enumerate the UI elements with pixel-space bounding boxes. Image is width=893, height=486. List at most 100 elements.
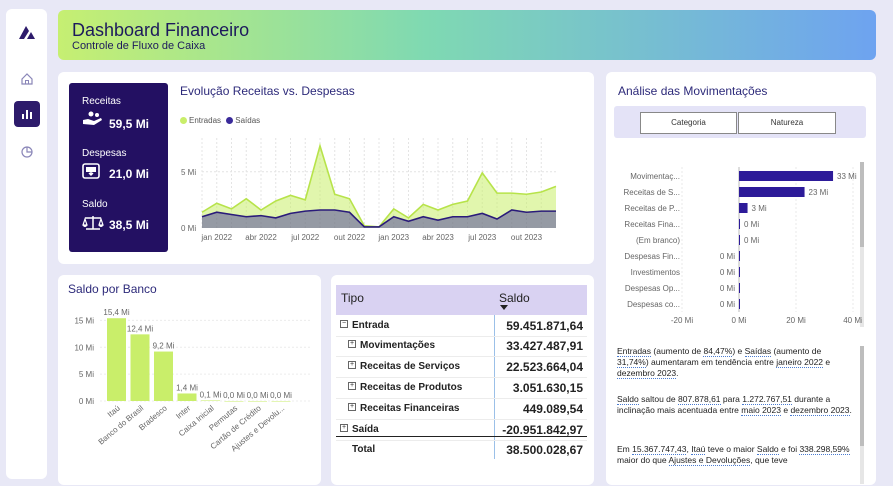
table-row[interactable]: − Entrada 59.451.871,64	[336, 316, 587, 337]
row-value: 59.451.871,64	[506, 319, 583, 333]
bar-5	[739, 251, 740, 261]
y-tick-label: Receitas de P...	[625, 204, 680, 213]
kpi-saldo-value: 38,5 Mi	[109, 218, 150, 232]
bar-7	[271, 401, 291, 402]
balance-scale-icon	[82, 215, 104, 236]
y-tick-label: 5 Mi	[181, 168, 196, 177]
table-row[interactable]: Total 38.500.028,67	[336, 440, 587, 461]
bar-1	[739, 187, 805, 197]
page-subtitle: Controle de Fluxo de Caixa	[72, 40, 206, 52]
bar-8	[739, 299, 740, 309]
bar-2	[154, 351, 173, 401]
y-tick-label: (Em branco)	[636, 236, 680, 245]
x-tick-label: 20 Mi	[786, 316, 806, 325]
x-tick-label: Itaú	[106, 404, 122, 419]
row-value: 33.427.487,91	[506, 339, 583, 353]
expand-icon[interactable]: +	[340, 424, 348, 432]
sort-desc-icon[interactable]	[500, 305, 508, 310]
bar-5	[224, 401, 244, 402]
row-value: 22.523.664,04	[506, 360, 583, 374]
row-label: Entrada	[352, 320, 390, 331]
bar-3	[177, 393, 197, 401]
row-value: 38.500.028,67	[506, 443, 583, 457]
bar-1	[130, 334, 150, 401]
col-saldo[interactable]: Saldo	[499, 291, 530, 305]
legend-entradas: Entradas	[189, 116, 222, 125]
col-tipo[interactable]: Tipo	[341, 291, 364, 305]
home-icon[interactable]	[14, 66, 40, 92]
data-label: 0 Mi	[720, 284, 735, 293]
y-tick-label: Movimentaç...	[630, 172, 680, 181]
expand-icon[interactable]: +	[348, 340, 356, 348]
data-label: 23 Mi	[809, 188, 829, 197]
collapse-icon[interactable]: −	[340, 320, 348, 328]
row-value: 449.089,54	[522, 402, 583, 416]
table-row[interactable]: + Movimentações 33.427.487,91	[336, 336, 587, 357]
evolution-title: Evolução Receitas vs. Despesas	[180, 84, 355, 98]
x-tick-label: out 2023	[511, 233, 543, 242]
narrative-panel: Entradas (aumento de 84,47%) e Saídas (a…	[610, 336, 868, 484]
data-label: 0 Mi	[720, 268, 735, 277]
y-tick-label: 0 Mi	[79, 397, 94, 406]
kpi-panel: Receitas 59,5 Mi Despesas 21,0 Mi Saldo …	[69, 83, 168, 252]
row-label: Receitas de Serviços	[360, 361, 461, 372]
data-label: 3 Mi	[752, 204, 767, 213]
data-label: 12,4 Mi	[127, 324, 153, 333]
x-tick-label: jul 2022	[290, 233, 320, 242]
x-tick-label: Inter	[174, 403, 192, 420]
page-title: Dashboard Financeiro	[72, 20, 250, 40]
bar-4	[201, 400, 220, 401]
x-tick-label: jan 2023	[377, 233, 409, 242]
table-row[interactable]: + Receitas de Serviços 22.523.664,04	[336, 357, 587, 378]
data-label: 33 Mi	[837, 172, 857, 181]
table-header: Tipo Saldo	[336, 285, 587, 315]
narrative-scrollbar-thumb[interactable]	[860, 346, 864, 446]
row-label: Receitas Financeiras	[360, 403, 460, 414]
legend-entradas-dot	[180, 117, 187, 125]
data-label: 9,2 Mi	[153, 342, 175, 351]
y-tick-label: Despesas Op...	[625, 284, 680, 293]
y-tick-label: 0 Mi	[181, 224, 196, 233]
y-tick-label: Receitas de S...	[624, 188, 680, 197]
bar-3	[739, 219, 740, 229]
bar-6	[248, 401, 267, 402]
data-label: 0,0 Mi	[247, 391, 269, 400]
y-tick-label: 15 Mi	[74, 316, 94, 325]
data-label: 15,4 Mi	[103, 308, 129, 317]
header-banner: Dashboard Financeiro Controle de Fluxo d…	[58, 10, 876, 60]
row-label: Movimentações	[360, 340, 436, 351]
kpi-receitas-label: Receitas	[82, 96, 121, 107]
bar-chart-icon[interactable]	[14, 101, 40, 127]
bar-0	[107, 318, 126, 401]
pie-chart-icon[interactable]	[14, 139, 40, 165]
y-tick-label: Investimentos	[631, 268, 680, 277]
data-label: 1,4 Mi	[176, 383, 198, 392]
y-tick-label: Despesas Fin...	[624, 252, 680, 261]
table-row[interactable]: + Saída -20.951.842,97	[336, 420, 587, 441]
bar-6	[739, 267, 740, 277]
x-tick-label: 40 Mi	[843, 316, 862, 325]
bar-2	[739, 203, 748, 213]
y-tick-label: Despesas co...	[627, 300, 680, 309]
kpi-despesas-label: Despesas	[82, 148, 127, 159]
data-label: 0 Mi	[744, 236, 759, 245]
bar-0	[739, 171, 834, 181]
bar-4	[739, 235, 740, 245]
tab-natureza[interactable]: Natureza	[738, 112, 836, 134]
data-label: 0 Mi	[720, 252, 735, 261]
tab-categoria[interactable]: Categoria	[640, 112, 737, 134]
x-tick-label: out 2022	[334, 233, 366, 242]
x-tick-label: jan 2022	[200, 233, 232, 242]
table-row[interactable]: + Receitas Financeiras 449.089,54	[336, 399, 587, 420]
x-tick-label: abr 2022	[245, 233, 277, 242]
narrative-paragraph-2: Saldo saltou de 807.878,61 para 1.272.76…	[617, 394, 852, 416]
expand-icon[interactable]: +	[348, 382, 356, 390]
row-label: Receitas de Produtos	[360, 382, 463, 393]
expand-icon[interactable]: +	[348, 361, 356, 369]
table-row[interactable]: + Receitas de Produtos 3.051.630,15	[336, 378, 587, 399]
logo-icon[interactable]	[14, 19, 40, 45]
y-tick-label: Receitas Fina...	[624, 220, 680, 229]
expand-icon[interactable]: +	[348, 403, 356, 411]
kpi-saldo-label: Saldo	[82, 199, 108, 210]
x-tick-label: jul 2023	[467, 233, 497, 242]
